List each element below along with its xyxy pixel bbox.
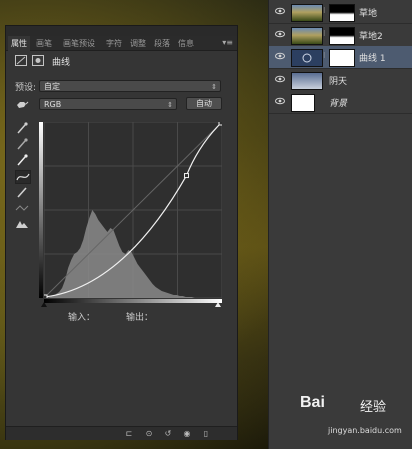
eye-icon[interactable] [275, 52, 285, 60]
view-previous-icon[interactable]: ⊙ [144, 429, 154, 438]
chevron-updown-icon: ⇕ [211, 83, 217, 91]
layer-row[interactable]: ⁝ 曲线 1 [269, 46, 412, 69]
layer-row[interactable]: ⁝ 草地 [269, 1, 412, 24]
preset-label: 预设: [15, 83, 37, 93]
output-label: 输出： [126, 313, 154, 323]
grass-thumbnail[interactable] [291, 4, 323, 22]
input-gradient [44, 299, 222, 303]
curve-control-point [183, 173, 189, 179]
curve-control-point [42, 294, 48, 300]
channel-select[interactable]: RGB ⇕ [39, 98, 177, 110]
panel-menu-icon[interactable]: ▾≡ [222, 38, 233, 47]
white-point-slider[interactable] [215, 302, 221, 307]
link-icon[interactable]: ⁝ [323, 29, 326, 38]
curve-control-point [218, 120, 224, 126]
eyedropper-white-icon[interactable] [15, 154, 29, 166]
input-label: 输入： [68, 313, 96, 323]
white-thumbnail[interactable] [291, 94, 315, 112]
curves-thumbnail[interactable] [291, 49, 323, 67]
mask-thumbnail[interactable] [329, 26, 355, 45]
eyedropper-black-icon[interactable] [15, 122, 29, 134]
grass-thumbnail[interactable] [291, 26, 323, 45]
preset-value: 自定 [44, 82, 60, 91]
clipping-warning-icon[interactable] [15, 218, 29, 230]
watermark-logo: Bai [300, 394, 325, 411]
curve-graph[interactable] [42, 120, 224, 300]
channel-value: RGB [44, 100, 62, 109]
eye-icon[interactable] [275, 7, 285, 15]
auto-button[interactable]: 自动 [186, 97, 222, 110]
link-icon[interactable]: ⁝ [323, 6, 326, 15]
layer-row[interactable]: ⁝ 草地2 [269, 23, 412, 47]
chevron-updown-icon: ⇕ [167, 101, 173, 109]
watermark-url: jingyan.baidu.com [328, 426, 402, 435]
sky-thumbnail[interactable] [291, 71, 323, 90]
eye-icon[interactable] [275, 30, 285, 38]
layer-row[interactable]: 阴天 [269, 68, 412, 92]
visibility-eye-icon[interactable]: ◉ [182, 429, 192, 438]
output-gradient [39, 122, 43, 298]
tab-adjustments[interactable]: 调整 [130, 38, 146, 49]
panel-title: 曲线 [52, 58, 71, 68]
panel-tab-bar: 属性 画笔 画笔预设 字符 调整 段落 信息 ▾≡ [6, 36, 237, 52]
watermark-logo-tail: 经验 [360, 400, 387, 415]
tab-character[interactable]: 字符 [106, 38, 122, 49]
baidu-watermark: Bai 经验 jingyan.baidu.com [300, 394, 410, 446]
trash-icon[interactable]: ▯ [201, 429, 211, 438]
tab-brush[interactable]: 画笔 [36, 38, 52, 49]
pencil-icon[interactable] [15, 186, 29, 198]
panel-bottom-bar: ⊏ ⊙ ↺ ◉ ▯ [6, 426, 237, 440]
adjustment-icon[interactable] [15, 55, 27, 66]
link-icon[interactable]: ⁝ [323, 51, 326, 60]
tab-brush-presets[interactable]: 画笔预设 [63, 38, 95, 49]
tab-info[interactable]: 信息 [178, 38, 194, 49]
preset-select[interactable]: 自定 ⇕ [39, 80, 221, 92]
hand-adjust-icon[interactable] [15, 98, 29, 110]
smooth-icon[interactable] [15, 202, 29, 214]
properties-panel: 属性 画笔 画笔预设 字符 调整 段落 信息 ▾≡ 曲线 预设: 自定 ⇕ RG… [5, 25, 238, 440]
mask-thumbnail[interactable] [329, 4, 355, 22]
layer-name: 曲线 1 [359, 54, 386, 64]
clip-to-layer-icon[interactable]: ⊏ [124, 429, 134, 438]
black-point-slider[interactable] [41, 302, 47, 307]
layer-row[interactable]: 背景 [269, 91, 412, 114]
reset-icon[interactable]: ↺ [163, 429, 173, 438]
tab-properties[interactable]: 属性 [8, 36, 30, 52]
tab-paragraph[interactable]: 段落 [154, 38, 170, 49]
layer-name: 草地2 [359, 31, 383, 42]
curve-point-tool-icon[interactable] [15, 170, 31, 184]
layer-name: 背景 [329, 99, 348, 109]
eye-icon[interactable] [275, 97, 285, 105]
eye-icon[interactable] [275, 75, 285, 83]
eyedropper-gray-icon[interactable] [15, 138, 29, 150]
mask-thumbnail[interactable] [329, 49, 355, 67]
layer-name: 阴天 [329, 76, 348, 87]
layers-panel: ⁝ 草地 ⁝ 草地2 ⁝ 曲线 1 阴天背景 [268, 0, 412, 449]
mask-icon[interactable] [32, 55, 44, 66]
layer-name: 草地 [359, 9, 378, 19]
